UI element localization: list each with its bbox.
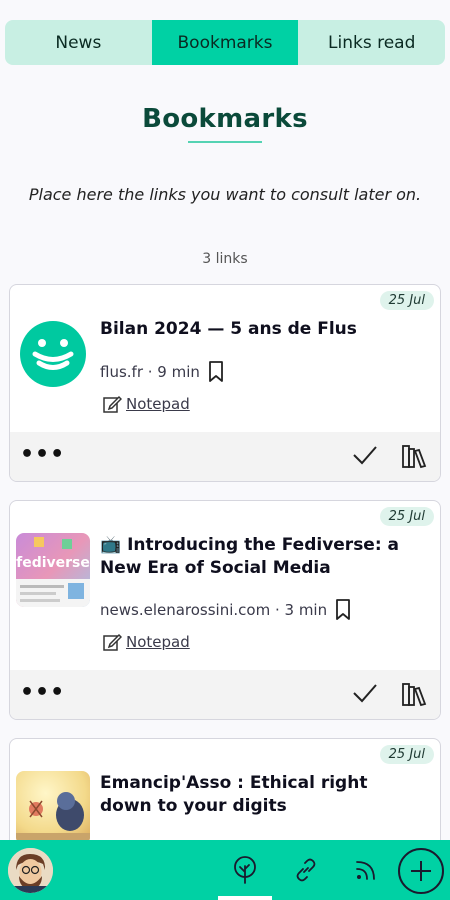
link-meta: flus.fr · 9 min — [100, 361, 224, 383]
link-meta: news.elenarossini.com · 3 min — [100, 599, 351, 621]
edit-icon — [103, 395, 122, 413]
bookmark-icon[interactable] — [208, 361, 224, 383]
bottom-nav — [0, 840, 450, 900]
link-title[interactable]: 📺 Introducing the Fediverse: a New Era o… — [100, 534, 420, 580]
page-intro: Place here the links you want to consult… — [28, 185, 422, 204]
edit-icon — [103, 633, 122, 651]
more-button[interactable]: ••• — [20, 680, 65, 705]
link-card: 25 Jul fediverse 📺 Introducing the Fediv… — [9, 500, 441, 720]
avatar[interactable] — [8, 848, 53, 893]
tab-bookmarks[interactable]: Bookmarks — [151, 20, 299, 65]
more-button[interactable]: ••• — [20, 442, 65, 467]
link-icon[interactable] — [292, 856, 320, 884]
plus-icon — [411, 861, 431, 881]
notepad-link[interactable]: Notepad — [102, 394, 190, 414]
rss-icon[interactable] — [352, 856, 380, 884]
links-count: 3 links — [202, 251, 248, 267]
date-badge: 25 Jul — [379, 291, 434, 310]
date-badge: 25 Jul — [379, 507, 434, 526]
link-thumbnail[interactable] — [16, 771, 90, 845]
link-source: news.elenarossini.com · 3 min — [100, 601, 328, 619]
link-source: flus.fr · 9 min — [100, 363, 200, 381]
page-title: Bookmarks — [142, 104, 308, 134]
check-icon[interactable] — [352, 444, 378, 470]
tab-links-read[interactable]: Links read — [298, 20, 445, 65]
sprout-icon[interactable] — [231, 856, 259, 884]
thumbnail-text: fediverse — [16, 555, 90, 571]
notepad-link[interactable]: Notepad — [102, 632, 190, 652]
date-badge: 25 Jul — [379, 745, 434, 764]
link-card: 25 Jul Bilan 2024 — 5 ans de Flus flus.f… — [9, 284, 441, 482]
tab-bar: News Bookmarks Links read — [5, 20, 445, 65]
link-thumbnail[interactable]: fediverse — [16, 533, 90, 607]
notepad-label: Notepad — [126, 395, 190, 413]
link-title[interactable]: Emancip'Asso : Ethical right down to you… — [100, 772, 420, 818]
add-link-button[interactable] — [398, 848, 444, 894]
flus-logo[interactable] — [20, 321, 86, 387]
title-underline — [188, 141, 262, 143]
library-icon[interactable] — [401, 443, 427, 473]
card-actions: ••• — [10, 670, 440, 719]
tab-news[interactable]: News — [5, 20, 152, 65]
active-nav-indicator — [218, 896, 272, 900]
bookmark-icon[interactable] — [335, 599, 351, 621]
notepad-label: Notepad — [126, 633, 190, 651]
library-icon[interactable] — [401, 681, 427, 711]
check-icon[interactable] — [352, 682, 378, 708]
link-title[interactable]: Bilan 2024 — 5 ans de Flus — [100, 318, 420, 341]
card-actions: ••• — [10, 432, 440, 481]
